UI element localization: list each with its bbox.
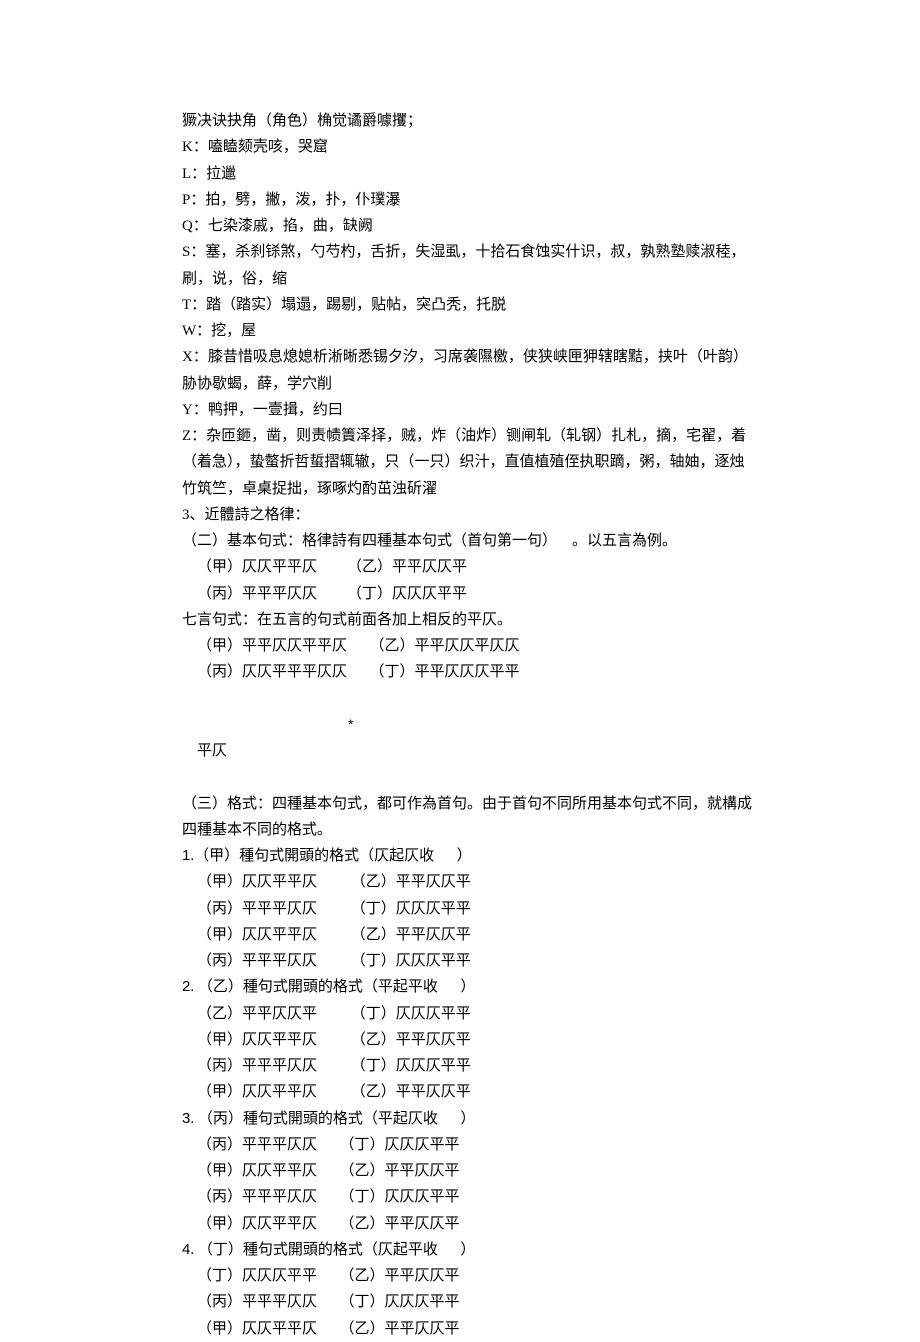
text-line: T：踏（踏实）塌遢，踢剔，贴帖，突凸秃，托脱 <box>182 292 810 318</box>
pattern-line: （甲）仄仄平平仄 （乙）平平仄仄平 <box>182 869 810 895</box>
text-line: （二）基本句式：格律詩有四種基本句式（首句第一句） 。以五言為例。 <box>182 528 810 554</box>
pattern-line: （丙）平平平仄仄 （丁）仄仄仄平平 <box>182 1053 810 1079</box>
text-span: .（甲）種句式開頭的格式（仄起仄收 ） <box>190 848 471 864</box>
list-heading: 4. （丁）種句式開頭的格式（仄起平收 ） <box>182 1237 810 1263</box>
pattern-line: （丁）仄仄仄平平 （乙）平平仄仄平 <box>182 1263 810 1289</box>
text-line: S：塞，杀刹铩煞，勺芍杓，舌折，失湿虱，十拾石食蚀实什识，叔，孰熟塾赎淑稑， <box>182 239 810 265</box>
pattern-line: （丙）平平平仄仄 （丁）仄仄仄平平 <box>182 1184 810 1210</box>
pattern-line: （丙）平平平仄仄 （丁）仄仄仄平平 <box>182 948 810 974</box>
text-line: P：拍，劈，撇，泼，扑，仆璞瀑 <box>182 187 810 213</box>
text-line: 胁协歇蝎，薛，学穴削 <box>182 371 810 397</box>
pattern-line: （甲）仄仄平平仄 （乙）平平仄仄平 <box>182 1079 810 1105</box>
text-span: . （丙）種句式開頭的格式（平起仄收 ） <box>190 1111 475 1127</box>
pattern-line: （丙）平平平仄仄 （丁）仄仄仄平平 <box>182 581 810 607</box>
text-line: K：嗑瞌颏壳咳，哭窟 <box>182 134 810 160</box>
document-page: 獗决诀抉角（角色）桷觉谲爵噱攫； K：嗑瞌颏壳咳，哭窟 L：拉邋 P：拍，劈，撇… <box>0 108 920 1342</box>
text-line: 竹筑竺，卓桌捉拙，琢啄灼酌茁浊斫濯 <box>182 476 810 502</box>
text-line: Q：七染漆戚，掐，曲，缺阙 <box>182 213 810 239</box>
text-line: W：挖，屋 <box>182 318 810 344</box>
pattern-line: （甲）仄仄平平仄 （乙）平平仄仄平 <box>182 922 810 948</box>
text-line: L：拉邋 <box>182 161 810 187</box>
section-heading: 3、近體詩之格律： <box>182 502 810 528</box>
asterisk-icon: * <box>348 712 353 737</box>
text-span: . （丁）種句式開頭的格式（仄起平收 ） <box>190 1242 475 1258</box>
text-span: . （乙）種句式開頭的格式（平起平收 ） <box>190 979 475 995</box>
text-line: 刷，说，俗，缩 <box>182 266 810 292</box>
pattern-line: （丙）平平平仄仄 （丁）仄仄仄平平 <box>182 1132 810 1158</box>
pattern-line: （乙）平平仄仄平 （丁）仄仄仄平平 <box>182 1001 810 1027</box>
text-line: 四種基本不同的格式。 <box>182 817 810 843</box>
text-line: Z：杂匝鉔，凿，则责帻簀泽择，贼，炸（油炸）铡闸轧（轧钢）扎札，摘，宅翟，着 <box>182 423 810 449</box>
text-line: （三）格式：四種基本句式，都可作為首句。由于首句不同所用基本句式不同，就構成 <box>182 791 810 817</box>
text-line: Y：鸭押，一壹揖，约曰 <box>182 397 810 423</box>
pattern-line: （甲）平平仄仄平平仄 （乙）平平仄仄平仄仄 <box>182 633 810 659</box>
pattern-line: （甲）仄仄平平仄 （乙）平平仄仄平 <box>182 554 810 580</box>
text-line: （着急），蛰螫折哲蜇摺辄辙，只（一只）织汁，直值植殖侄执职蹢，粥，轴妯，逐烛 <box>182 449 810 475</box>
list-heading: 3. （丙）種句式開頭的格式（平起仄收 ） <box>182 1106 810 1132</box>
text-line: 獗决诀抉角（角色）桷觉谲爵噱攫； <box>182 108 810 134</box>
pattern-line: （丙）平平平仄仄 （丁）仄仄仄平平 <box>182 896 810 922</box>
pattern-line: （丙）仄仄平平平仄仄 （丁）平平仄仄仄平平 <box>182 659 810 685</box>
text-line: * 平仄 <box>182 686 810 791</box>
text-line: 七言句式：在五言的句式前面各加上相反的平仄。 <box>182 607 810 633</box>
pattern-line: （甲）仄仄平平仄 （乙）平平仄仄平 <box>182 1027 810 1053</box>
pattern-line: （甲）仄仄平平仄 （乙）平平仄仄平 <box>182 1158 810 1184</box>
list-heading: 1.（甲）種句式開頭的格式（仄起仄收 ） <box>182 843 810 869</box>
pattern-line: （甲）仄仄平平仄 （乙）平平仄仄平 <box>182 1316 810 1342</box>
pattern-line: （丙）平平平仄仄 （丁）仄仄仄平平 <box>182 1289 810 1315</box>
pattern-line: （甲）仄仄平平仄 （乙）平平仄仄平 <box>182 1211 810 1237</box>
text-span: 平仄 <box>197 743 227 759</box>
list-heading: 2. （乙）種句式開頭的格式（平起平收 ） <box>182 974 810 1000</box>
text-line: X：膝昔惜吸息熄媳析淅晰悉锡夕汐，习席袭隰檄，侠狭峡匣狎辖瞎黠，挟叶（叶韵） <box>182 344 810 370</box>
